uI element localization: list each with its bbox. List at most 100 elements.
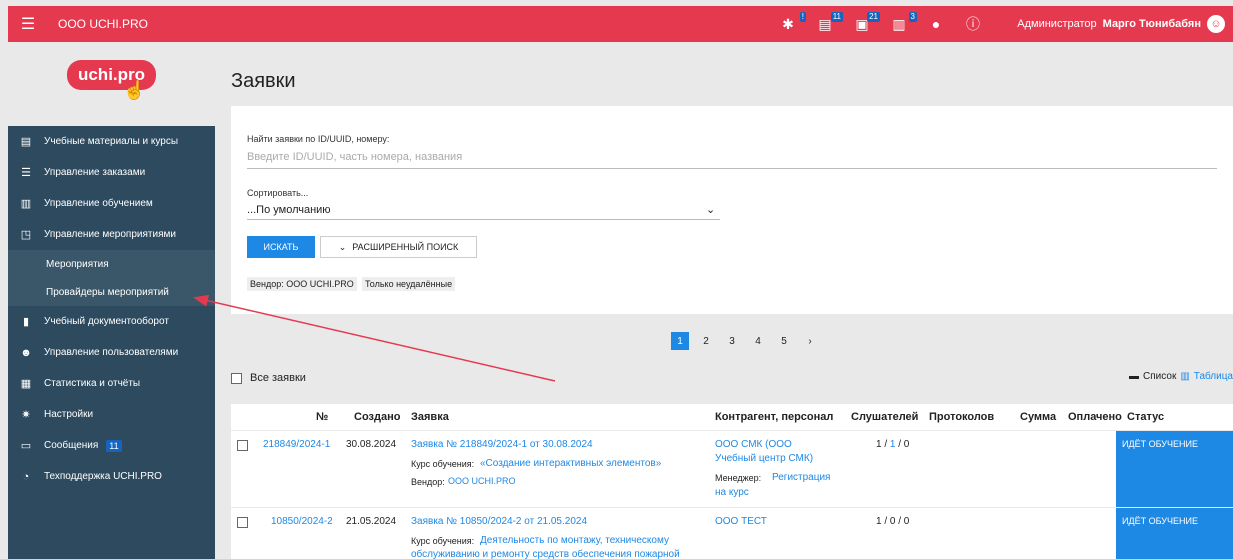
status-badge: ИДЁТ ОБУЧЕНИЕ — [1116, 431, 1233, 507]
request-number-link[interactable]: 218849/2024-1 — [263, 439, 330, 450]
page-title: Заявки — [231, 70, 296, 92]
sidebar-item-label: Учебный документооборот — [44, 316, 169, 327]
contragent-link-line2[interactable]: Учебный центр СМК) — [715, 453, 813, 464]
page-4-button[interactable]: 4 — [749, 332, 767, 350]
not-deleted-filter-chip[interactable]: Только неудалённые — [362, 277, 456, 291]
document-icon: ▥ — [20, 198, 32, 210]
request-title-link[interactable]: Заявка № 218849/2024-1 от 30.08.2024 — [411, 439, 593, 450]
organization-name[interactable]: ООО UCHI.PRO — [58, 17, 148, 31]
col-header-listeners[interactable]: Слушателей — [851, 411, 918, 423]
page-2-button[interactable]: 2 — [697, 332, 715, 350]
help-icon[interactable]: ⓘ — [963, 15, 983, 33]
chevron-down-icon[interactable]: ⌄ — [706, 203, 715, 216]
course-label: Курс обучения: — [411, 459, 475, 469]
sidebar-item-training[interactable]: ▥ Управление обучением — [8, 188, 215, 219]
tasks-badge: 21 — [867, 12, 880, 22]
col-header-request[interactable]: Заявка — [411, 411, 449, 423]
search-label: Найти заявки по ID/UUID, номеру: — [247, 134, 390, 144]
manager-link-line2[interactable]: на курс — [715, 487, 749, 498]
book-icon: ▤ — [20, 136, 32, 148]
menu-icon[interactable]: ☰ — [8, 14, 48, 34]
view-toggle: ▬ Список ▥ Таблица — [1129, 371, 1233, 382]
advanced-search-button[interactable]: ⌄ РАСШИРЕННЫЙ ПОИСК — [320, 236, 477, 258]
course-link[interactable]: Деятельность по монтажу, техническому — [480, 535, 669, 546]
request-number-link[interactable]: 10850/2024-2 — [271, 516, 333, 527]
listeners-count: 1 / 0 / 0 — [876, 516, 910, 527]
row-checkbox[interactable] — [237, 517, 248, 528]
logo-area: uchi.pro ☝ — [8, 42, 215, 126]
user-role: Администратор — [1017, 18, 1097, 30]
table-view-button[interactable]: Таблица — [1194, 371, 1233, 382]
user-name: Марго Тюнибабян — [1102, 18, 1201, 30]
lightbulb-icon[interactable]: ● — [926, 15, 946, 33]
list-view-icon[interactable]: ▬ — [1129, 371, 1139, 382]
user-menu[interactable]: Администратор Марго Тюнибабян ☺ — [1017, 6, 1225, 42]
row-checkbox[interactable] — [237, 440, 248, 451]
col-header-protocols[interactable]: Протоколов — [929, 411, 994, 423]
sort-select[interactable]: ...По умолчанию — [247, 204, 331, 216]
table-row[interactable]: 218849/2024-1 30.08.2024 Заявка № 218849… — [231, 431, 1116, 507]
logo[interactable]: uchi.pro ☝ — [66, 60, 157, 100]
table-row[interactable]: 10850/2024-2 21.05.2024 Заявка № 10850/2… — [231, 508, 1116, 559]
sort-underline — [247, 219, 720, 220]
notification-icon[interactable]: ✱! — [778, 12, 806, 33]
chevron-down-icon: ⌄ — [338, 241, 347, 252]
select-all-label: Все заявки — [250, 372, 306, 384]
sidebar-item-orders[interactable]: ☰ Управление заказами — [8, 157, 215, 188]
col-header-created[interactable]: Создано — [354, 411, 400, 423]
select-all-checkbox[interactable] — [231, 372, 242, 384]
sidebar-subitem-events[interactable]: Мероприятия — [8, 250, 215, 278]
notification-icons: ✱! ▤ 11 ▣ 21 ▥ 3 ● ⓘ — [778, 6, 983, 42]
pointer-hand-icon: ☝ — [122, 80, 146, 100]
vendor-filter-chip[interactable]: Вендор: ООО UCHI.PRO — [247, 277, 357, 291]
contragent-link[interactable]: ООО СМК (ООО — [715, 439, 792, 450]
sidebar-item-events[interactable]: ◳ Управление мероприятиями — [8, 219, 215, 250]
messages-count-badge: 11 — [106, 439, 122, 452]
sidebar-item-materials[interactable]: ▤ Учебные материалы и курсы — [8, 126, 215, 157]
vendor-link[interactable]: ООО UCHI.PRO — [448, 476, 516, 486]
next-page-button[interactable]: › — [801, 332, 819, 350]
created-date: 21.05.2024 — [346, 516, 397, 527]
course-link-line2[interactable]: обслуживанию и ремонту средств обеспечен… — [411, 549, 680, 559]
sidebar-item-settings[interactable]: ✷ Настройки — [8, 399, 215, 430]
search-input-underline — [247, 168, 1217, 169]
col-header-contragent[interactable]: Контрагент, персонал — [715, 411, 833, 423]
messages-icon[interactable]: ▤ 11 — [815, 12, 843, 33]
manager-label: Менеджер: — [715, 473, 762, 483]
search-button[interactable]: ИСКАТЬ — [247, 236, 315, 258]
sidebar-item-messages[interactable]: ▭ Сообщения 11 — [8, 430, 215, 461]
documents-icon[interactable]: ▥ 3 — [889, 12, 917, 33]
contragent-link[interactable]: ООО ТЕСТ — [715, 516, 767, 527]
messages-badge: 11 — [830, 12, 843, 22]
sidebar-item-support[interactable]: ◔ Техподдержка UCHI.PRO — [8, 461, 215, 492]
col-header-number[interactable]: № — [316, 411, 328, 423]
sidebar-item-statistics[interactable]: ▦ Статистика и отчёты — [8, 368, 215, 399]
avatar-icon[interactable]: ☺ — [1207, 15, 1225, 33]
status-badge: ИДЁТ ОБУЧЕНИЕ — [1116, 508, 1233, 559]
table-view-icon[interactable]: ▥ — [1180, 371, 1189, 382]
sidebar: ▤ Учебные материалы и курсы ☰ Управление з… — [8, 126, 215, 559]
sidebar-subitem-event-providers[interactable]: Провайдеры мероприятий — [8, 278, 215, 306]
tasks-icon[interactable]: ▣ 21 — [852, 12, 880, 33]
file-icon: ▮ — [22, 316, 30, 328]
created-date: 30.08.2024 — [346, 439, 397, 450]
sidebar-item-documents[interactable]: ▮ Учебный документооборот — [8, 306, 215, 337]
col-header-paid[interactable]: Оплачено — [1068, 411, 1122, 423]
request-title-link[interactable]: Заявка № 10850/2024-2 от 21.05.2024 — [411, 516, 587, 527]
listeners-count: 1 / 1 / 0 — [876, 439, 909, 450]
sidebar-item-users[interactable]: ☻ Управление пользователями — [8, 337, 215, 368]
page-1-button[interactable]: 1 — [671, 332, 689, 350]
support-icon: ◔ — [22, 470, 30, 483]
course-link[interactable]: «Создание интерактивных элементов» — [480, 458, 661, 469]
col-header-sum[interactable]: Сумма — [1020, 411, 1056, 423]
manager-link[interactable]: Регистрация — [772, 472, 830, 483]
listeners-rest: / 0 — [895, 439, 910, 450]
list-view-button[interactable]: Список — [1143, 371, 1176, 382]
sidebar-item-label: Настройки — [44, 409, 94, 420]
pagination: 1 2 3 4 5 › — [671, 332, 819, 350]
search-input[interactable]: Введите ID/UUID, часть номера, названия — [247, 151, 462, 163]
col-header-status[interactable]: Статус — [1127, 411, 1164, 423]
sidebar-item-label: Управление мероприятиями — [44, 229, 176, 240]
page-5-button[interactable]: 5 — [775, 332, 793, 350]
page-3-button[interactable]: 3 — [723, 332, 741, 350]
